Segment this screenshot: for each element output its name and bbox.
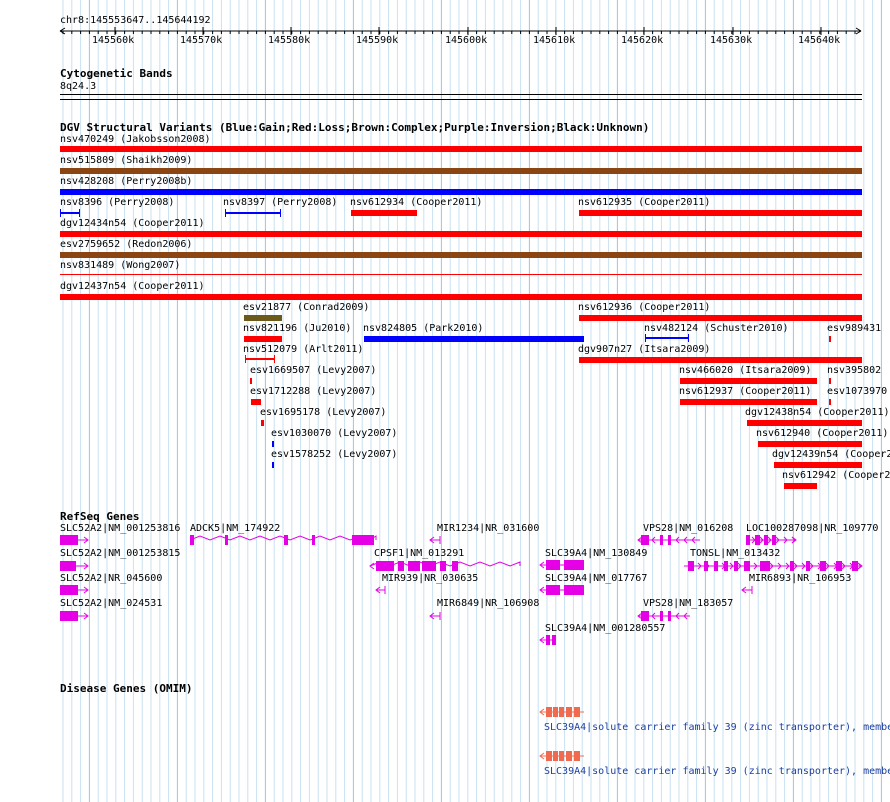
- omim-gene-glyphs[interactable]: [0, 0, 890, 802]
- omim-entry-label[interactable]: SLC39A4|solute carrier family 39 (zinc t…: [544, 722, 890, 733]
- omim-entry-label[interactable]: SLC39A4|solute carrier family 39 (zinc t…: [544, 766, 890, 777]
